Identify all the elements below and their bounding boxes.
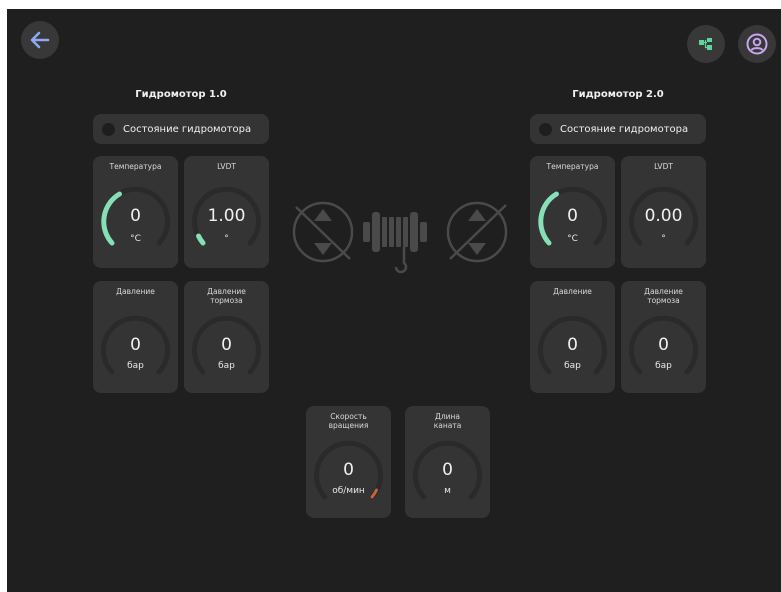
speed-unit: об/мин [332,486,365,496]
card-title: Температура [109,162,162,171]
screen: Гидромотор 1.0 Состояние гидромотора Тем… [7,9,781,592]
card-title: Давление [116,287,155,296]
motor1-pressure-card: Давление 0 бар [93,281,178,393]
card-title: Давление тормоза [644,287,683,305]
motor1-temperature-card: Температура 0 °C [93,156,178,268]
motor2-title: Гидромотор 2.0 [572,89,664,100]
rope-length-card: Длина каната 0 м [405,406,490,518]
motor2-status[interactable]: Состояние гидромотора [530,114,706,144]
lvdt-unit: ° [224,234,229,244]
brake-pressure-unit: бар [218,361,235,371]
speed-value: 0 [343,460,354,480]
lvdt-value: 0.00 [644,206,683,226]
status-indicator [102,122,115,136]
brake-pressure-value: 0 [658,335,669,355]
motor1-title: Гидромотор 1.0 [135,89,227,100]
hierarchy-icon [699,38,712,50]
card-title: Давление [553,287,592,296]
rope-length-value: 0 [442,460,453,480]
speed-card: Скорость вращения 0 об/мин [306,406,391,518]
motor1-lvdt-card: LVDT 1.00 ° [184,156,269,268]
card-title: Температура [546,162,599,171]
lvdt-value: 1.00 [207,206,246,226]
temperature-unit: °C [567,234,578,244]
motor1-brake-pressure-card: Давление тормоза 0 бар [184,281,269,393]
rope-length-unit: м [444,486,451,496]
temperature-value: 0 [130,206,141,226]
hierarchy-button[interactable] [687,25,725,63]
user-icon [746,33,768,55]
motor1-status[interactable]: Состояние гидромотора [93,114,269,144]
motor2-lvdt-card: LVDT 0.00 ° [621,156,706,268]
arrow-left-icon [30,31,50,49]
pressure-value: 0 [567,335,578,355]
pressure-value: 0 [130,335,141,355]
motor2-temperature-card: Температура 0 °C [530,156,615,268]
winch-diagram [292,201,508,274]
back-button[interactable] [21,21,59,59]
temperature-value: 0 [567,206,578,226]
motor2-pressure-card: Давление 0 бар [530,281,615,393]
motor2-brake-pressure-card: Давление тормоза 0 бар [621,281,706,393]
lvdt-unit: ° [661,234,666,244]
card-title: Скорость вращения [328,412,369,430]
status-indicator [539,122,552,136]
pressure-unit: бар [564,361,581,371]
card-title: Давление тормоза [207,287,246,305]
card-title: LVDT [654,162,673,171]
motor2-status-label: Состояние гидромотора [560,123,689,135]
brake-pressure-value: 0 [221,335,232,355]
pressure-unit: бар [127,361,144,371]
temperature-unit: °C [130,234,141,244]
card-title: Длина каната [433,412,462,430]
user-button[interactable] [738,25,776,63]
brake-pressure-unit: бар [655,361,672,371]
motor1-status-label: Состояние гидромотора [123,123,252,135]
card-title: LVDT [217,162,236,171]
